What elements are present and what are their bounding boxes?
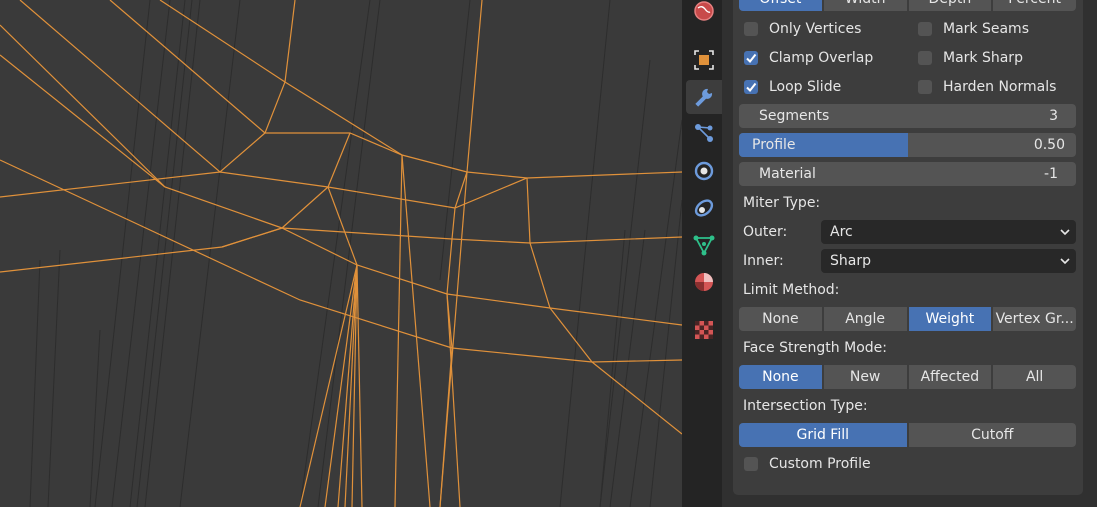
selected-mesh-wireframe	[0, 0, 682, 507]
object-data-icon	[693, 235, 715, 256]
face-strength-heading: Face Strength Mode:	[743, 340, 887, 356]
background-edges	[29, 0, 682, 507]
tab-width[interactable]: Width	[823, 0, 907, 11]
material-label: Material	[759, 166, 816, 182]
face-strength-tabs: None New Affected All	[739, 365, 1076, 389]
chevron-down-icon	[1060, 229, 1070, 236]
checkbox-label: Loop Slide	[769, 79, 842, 95]
grid-fill-button[interactable]: Grid Fill	[739, 423, 907, 447]
checkbox-label: Only Vertices	[769, 21, 862, 37]
limit-vertex-group-button[interactable]: Vertex Gr...	[993, 307, 1076, 331]
checkbox-box	[918, 22, 932, 36]
face-strength-all-button[interactable]: All	[993, 365, 1076, 389]
checkbox-label: Harden Normals	[943, 79, 1057, 95]
segments-label: Segments	[759, 108, 830, 124]
physics-icon	[694, 161, 714, 181]
custom-profile-checkbox[interactable]: Custom Profile	[744, 453, 871, 475]
checkmark-icon	[746, 82, 757, 93]
material-value: -1	[1044, 166, 1058, 182]
profile-slider[interactable]: Profile 0.50	[739, 133, 1076, 157]
tab-depth[interactable]: Depth	[908, 0, 992, 11]
tab-constraints[interactable]	[686, 191, 722, 225]
limit-angle-button[interactable]: Angle	[823, 307, 907, 331]
properties-tab-bar	[682, 0, 722, 507]
harden-normals-checkbox[interactable]: Harden Normals	[918, 76, 1056, 98]
tab-modifiers[interactable]	[686, 80, 722, 114]
tab-object[interactable]	[686, 43, 722, 77]
outer-miter-value: Arc	[830, 224, 853, 240]
tab-world[interactable]	[686, 0, 722, 28]
texture-icon	[695, 321, 713, 339]
3d-viewport[interactable]	[0, 0, 682, 507]
checkbox-box	[918, 80, 932, 94]
world-icon	[694, 1, 714, 21]
object-icon	[694, 50, 714, 70]
checkbox-box	[918, 51, 932, 65]
particles-icon	[695, 124, 713, 142]
face-strength-none-button[interactable]: None	[739, 365, 822, 389]
outer-miter-dropdown[interactable]: Arc	[821, 220, 1076, 244]
segments-value: 3	[1049, 108, 1058, 124]
inner-miter-dropdown[interactable]: Sharp	[821, 249, 1076, 273]
checkbox-box	[744, 22, 758, 36]
profile-value: 0.50	[1033, 137, 1065, 153]
limit-method-tabs: None Angle Weight Vertex Gr...	[739, 307, 1076, 331]
checkmark-icon	[746, 53, 757, 64]
limit-method-heading: Limit Method:	[743, 282, 840, 298]
tab-texture[interactable]	[686, 313, 722, 347]
mark-seams-checkbox[interactable]: Mark Seams	[918, 18, 1029, 40]
tab-offset[interactable]: Offset	[739, 0, 822, 11]
material-icon	[695, 273, 713, 291]
miter-type-heading: Miter Type:	[743, 195, 821, 211]
face-strength-affected-button[interactable]: Affected	[908, 365, 992, 389]
checkbox-label: Mark Sharp	[943, 50, 1023, 66]
limit-weight-button[interactable]: Weight	[908, 307, 992, 331]
modifier-wrench-icon	[695, 88, 713, 107]
outer-label: Outer:	[743, 224, 788, 240]
width-type-tabs: Offset Width Depth Percent	[739, 0, 1076, 11]
checkbox-box	[744, 51, 758, 65]
tab-particles[interactable]	[686, 116, 722, 150]
limit-none-button[interactable]: None	[739, 307, 822, 331]
chevron-down-icon	[1060, 258, 1070, 265]
checkbox-label: Clamp Overlap	[769, 50, 874, 66]
inner-label: Inner:	[743, 253, 784, 269]
cutoff-button[interactable]: Cutoff	[908, 423, 1076, 447]
tab-object-data[interactable]	[686, 228, 722, 262]
properties-editor: Offset Width Depth Percent Only Vertices…	[722, 0, 1097, 507]
checkbox-box	[744, 457, 758, 471]
clamp-overlap-checkbox[interactable]: Clamp Overlap	[744, 47, 873, 69]
intersection-type-tabs: Grid Fill Cutoff	[739, 423, 1076, 447]
mark-sharp-checkbox[interactable]: Mark Sharp	[918, 47, 1023, 69]
segments-field[interactable]: Segments 3	[739, 104, 1076, 128]
intersection-type-heading: Intersection Type:	[743, 398, 868, 414]
face-strength-new-button[interactable]: New	[823, 365, 907, 389]
checkbox-label: Mark Seams	[943, 21, 1029, 37]
inner-miter-value: Sharp	[830, 253, 871, 269]
tab-physics[interactable]	[686, 154, 722, 188]
tab-material[interactable]	[686, 265, 722, 299]
checkbox-label: Custom Profile	[769, 456, 871, 472]
loop-slide-checkbox[interactable]: Loop Slide	[744, 76, 841, 98]
only-vertices-checkbox[interactable]: Only Vertices	[744, 18, 861, 40]
tab-percent[interactable]: Percent	[993, 0, 1076, 11]
bevel-modifier-panel: Offset Width Depth Percent Only Vertices…	[733, 0, 1083, 495]
material-field[interactable]: Material -1	[739, 162, 1076, 186]
profile-label: Profile	[752, 137, 796, 153]
constraints-icon	[694, 199, 714, 217]
viewport-canvas	[0, 0, 682, 507]
checkbox-box	[744, 80, 758, 94]
